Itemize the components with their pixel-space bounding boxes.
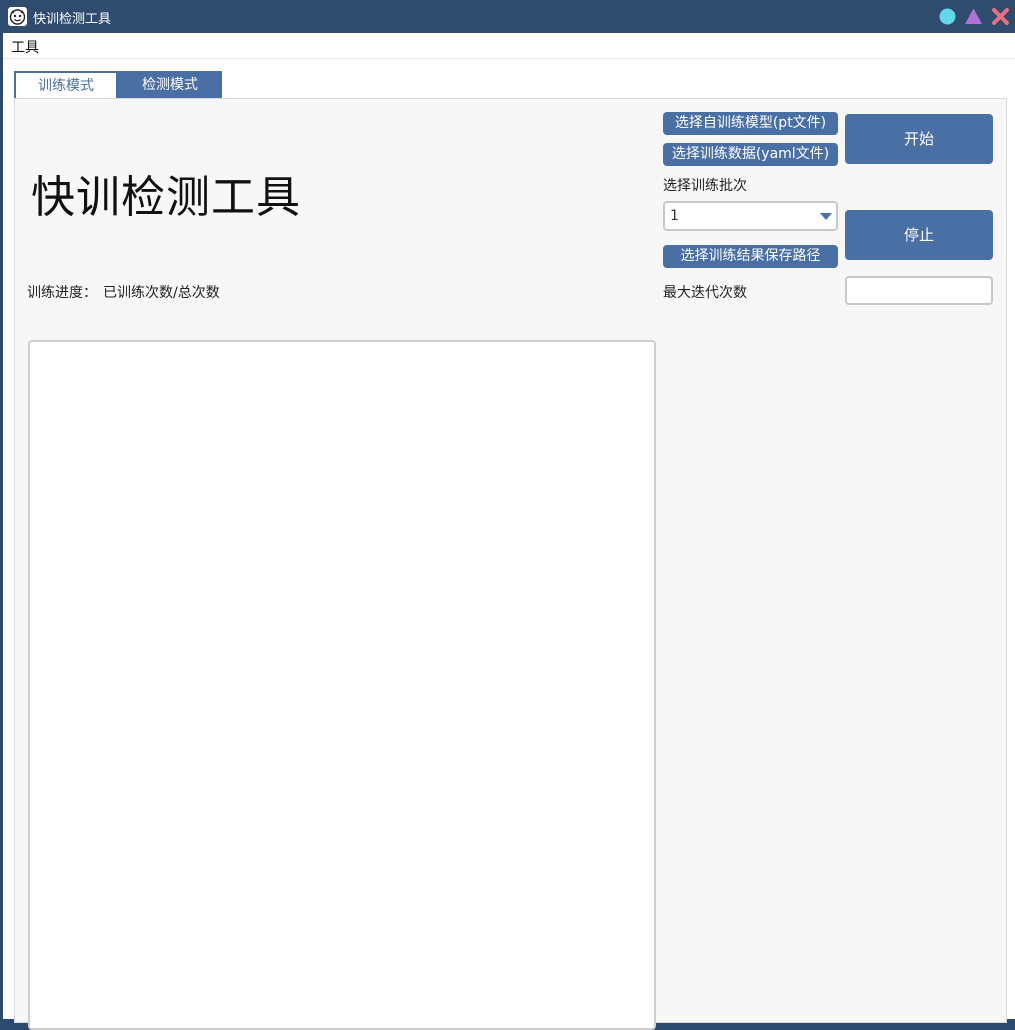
close-x-icon[interactable] xyxy=(991,7,1010,26)
select-data-button[interactable]: 选择训练数据(yaml文件) xyxy=(663,143,838,166)
menu-tools[interactable]: 工具 xyxy=(11,37,39,57)
title-bar: 快训检测工具 xyxy=(0,0,1015,33)
select-model-button[interactable]: 选择自训练模型(pt文件) xyxy=(663,112,838,135)
page-title: 快训检测工具 xyxy=(31,172,301,223)
training-log-area[interactable] xyxy=(28,340,656,1030)
chevron-down-icon xyxy=(820,213,832,220)
batch-select[interactable]: 1 xyxy=(663,201,838,231)
max-iter-label: 最大迭代次数 xyxy=(663,285,747,301)
max-iter-input[interactable] xyxy=(845,276,993,305)
window-title: 快训检测工具 xyxy=(33,12,112,27)
app-face-icon xyxy=(8,7,27,26)
minimize-circle-icon[interactable] xyxy=(938,7,957,26)
batch-label: 选择训练批次 xyxy=(663,178,747,194)
maximize-triangle-icon[interactable] xyxy=(964,7,983,26)
progress-value: 已训练次数/总次数 xyxy=(103,285,220,301)
train-mode-panel: 快训检测工具 训练进度： 已训练次数/总次数 选择自训练模型(pt文件) 选择训… xyxy=(14,98,1007,1030)
tab-detect-mode[interactable]: 检测模式 xyxy=(118,71,222,98)
select-save-path-button[interactable]: 选择训练结果保存路径 xyxy=(663,245,838,268)
progress-label: 训练进度： xyxy=(27,285,97,301)
start-button[interactable]: 开始 xyxy=(845,114,993,164)
batch-select-value: 1 xyxy=(670,208,679,224)
tab-train-mode[interactable]: 训练模式 xyxy=(14,71,118,98)
menu-bar: 工具 xyxy=(3,33,1015,59)
main-window: 工具 训练模式 检测模式 快训检测工具 训练进度： 已训练次数/总次数 选择自训… xyxy=(3,33,1015,1030)
stop-button[interactable]: 停止 xyxy=(845,210,993,260)
